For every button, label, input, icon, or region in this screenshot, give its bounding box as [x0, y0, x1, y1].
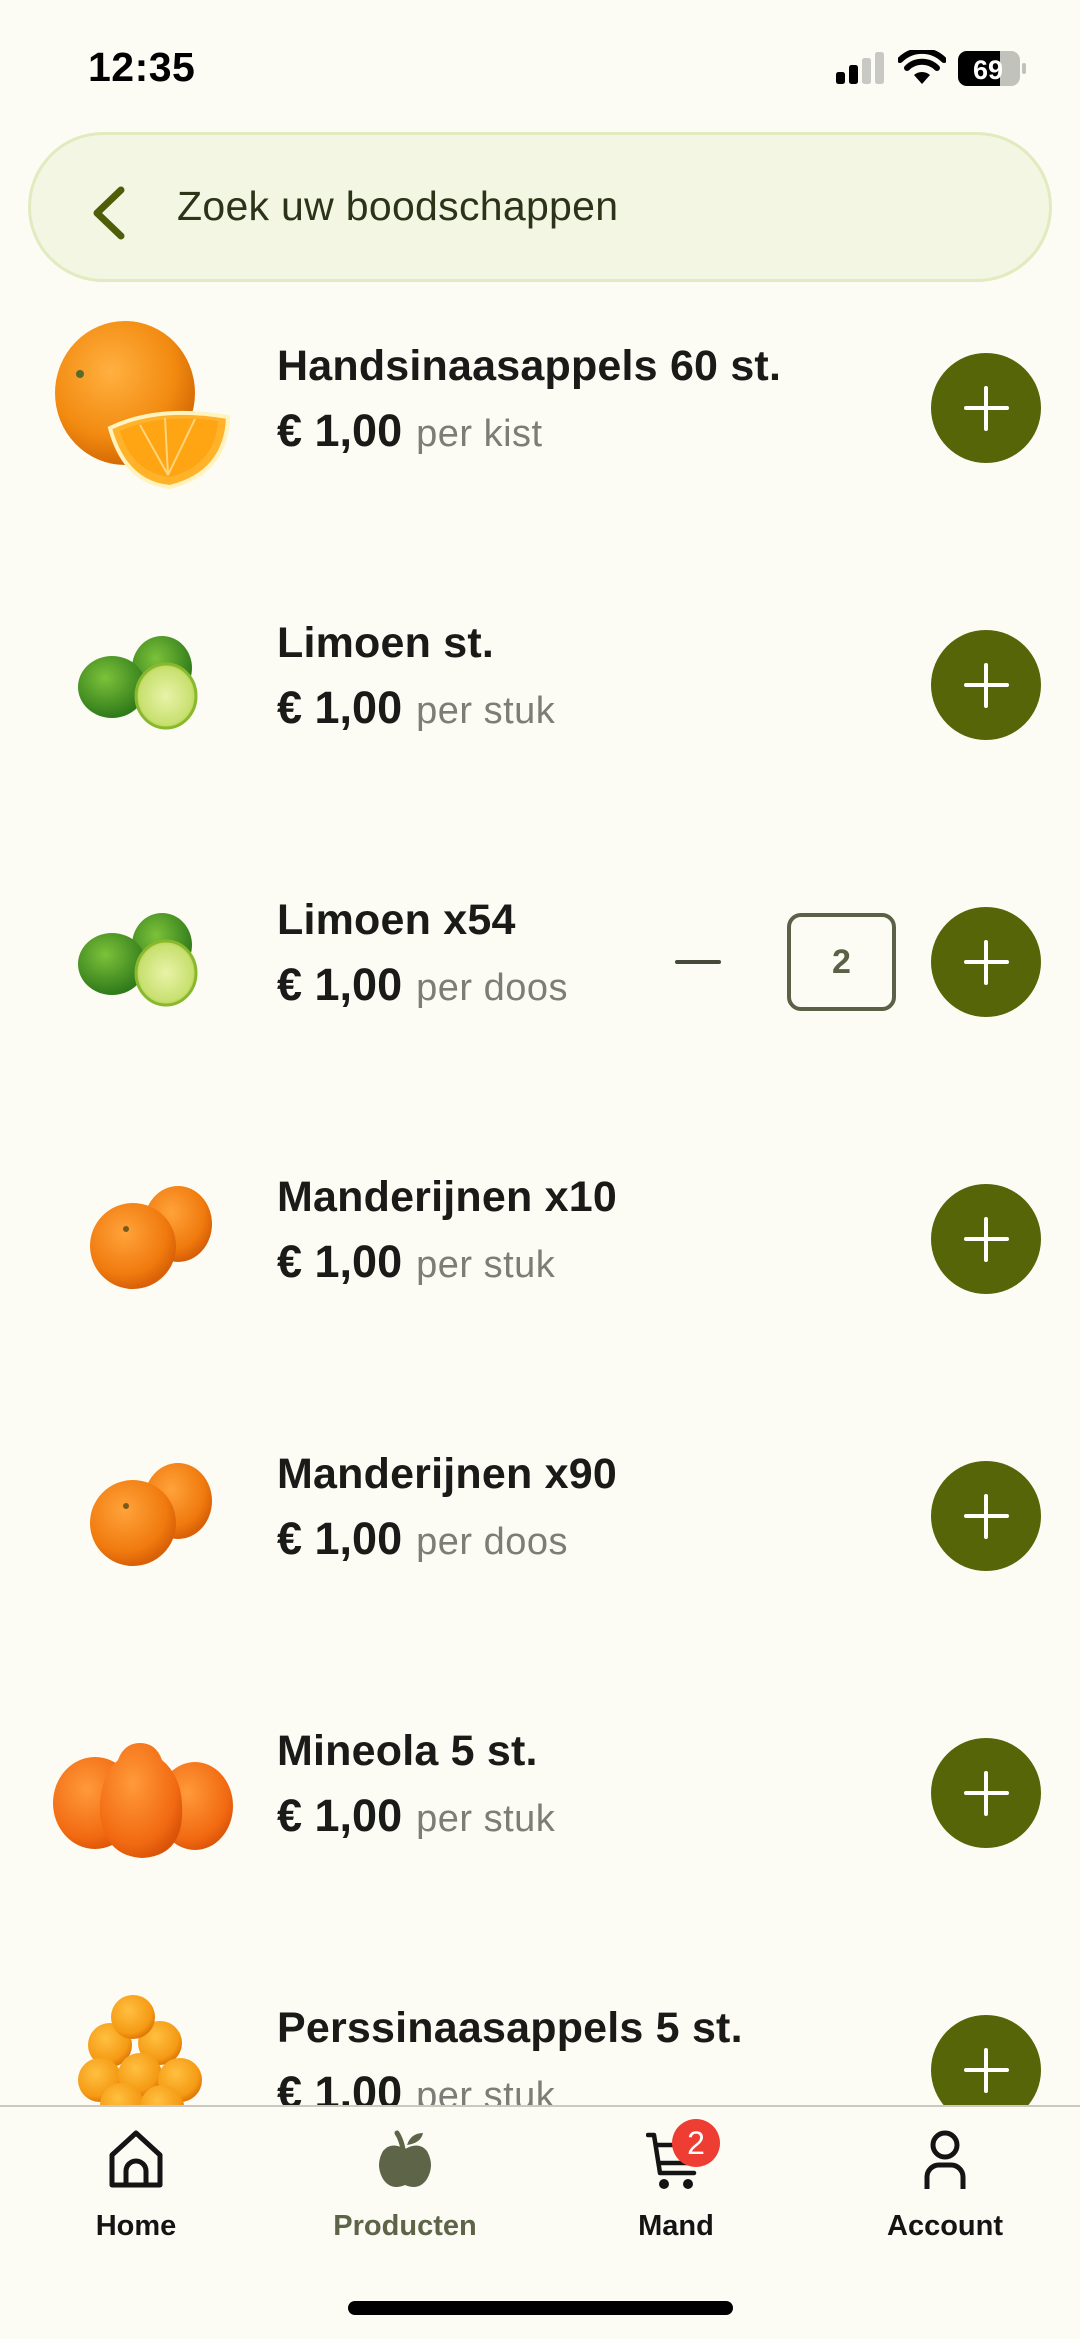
nav-label: Producten	[333, 2210, 477, 2242]
mineolas-image	[53, 1743, 233, 1858]
orange-pyramid-image	[78, 1995, 202, 2106]
nav-label: Account	[887, 2210, 1003, 2242]
product-price-line: € 1,00 per kist	[277, 405, 543, 457]
home-indicator[interactable]	[348, 2301, 733, 2315]
product-price: € 1,00	[277, 959, 403, 1010]
product-name: Manderijnen x10	[277, 1173, 617, 1221]
person-icon	[924, 2130, 966, 2189]
nav-label: Mand	[638, 2210, 714, 2242]
nav-label: Home	[95, 2210, 177, 2242]
product-name: Limoen x54	[277, 896, 516, 944]
nav-home[interactable]: Home	[16, 2107, 256, 2267]
product-name: Limoen st.	[277, 619, 495, 667]
product-price-line: € 1,00 per doos	[277, 959, 568, 1011]
nav-producten[interactable]: Producten	[285, 2107, 525, 2267]
product-price: € 1,00	[277, 682, 403, 733]
product-row: Perssinaasappels 5 st. € 1,00 per stuk	[0, 1995, 1080, 2106]
product-unit: per doos	[416, 967, 569, 1009]
orange-image	[55, 321, 231, 490]
product-unit: per stuk	[416, 690, 556, 732]
product-price-line: € 1,00 per stuk	[277, 1236, 555, 1288]
apple-icon	[379, 2130, 431, 2187]
add-to-cart-button[interactable]	[931, 1184, 1041, 1294]
quantity-field[interactable]: 2	[787, 913, 896, 1011]
product-unit: per doos	[416, 1521, 569, 1563]
product-price-line: € 1,00 per doos	[277, 1513, 568, 1565]
limes-image	[78, 636, 198, 730]
limes-image	[78, 913, 198, 1007]
product-unit: per stuk	[416, 1798, 556, 1840]
product-price: € 1,00	[277, 2067, 403, 2106]
add-to-cart-button[interactable]	[931, 1738, 1041, 1848]
product-price: € 1,00	[277, 1513, 403, 1564]
decrease-quantity-button[interactable]	[664, 937, 732, 987]
home-icon	[109, 2130, 163, 2188]
product-price: € 1,00	[277, 1790, 403, 1841]
product-unit: per kist	[416, 413, 543, 455]
product-unit: per stuk	[416, 1244, 556, 1286]
product-price-line: € 1,00 per stuk	[277, 2067, 555, 2106]
product-price: € 1,00	[277, 405, 403, 456]
product-price-line: € 1,00 per stuk	[277, 1790, 555, 1842]
product-name: Perssinaasappels 5 st.	[277, 2004, 743, 2052]
product-unit: per stuk	[416, 2075, 556, 2106]
mandarins-image	[90, 1463, 212, 1566]
product-price-line: € 1,00 per stuk	[277, 682, 555, 734]
increase-quantity-button[interactable]	[931, 907, 1041, 1017]
nav-account[interactable]: Account	[825, 2107, 1065, 2267]
cart-badge: 2	[672, 2119, 720, 2167]
product-name: Manderijnen x90	[277, 1450, 617, 1498]
product-name: Handsinaasappels 60 st.	[277, 342, 782, 390]
product-price: € 1,00	[277, 1236, 403, 1287]
add-to-cart-button[interactable]	[931, 1461, 1041, 1571]
add-to-cart-button[interactable]	[931, 353, 1041, 463]
add-to-cart-button[interactable]	[931, 630, 1041, 740]
product-list: Handsinaasappels 60 st. € 1,00 per kist L…	[0, 0, 1080, 2106]
nav-mand[interactable]: 2 Mand	[556, 2107, 796, 2267]
product-name: Mineola 5 st.	[277, 1727, 538, 1775]
mandarins-image	[90, 1186, 212, 1289]
